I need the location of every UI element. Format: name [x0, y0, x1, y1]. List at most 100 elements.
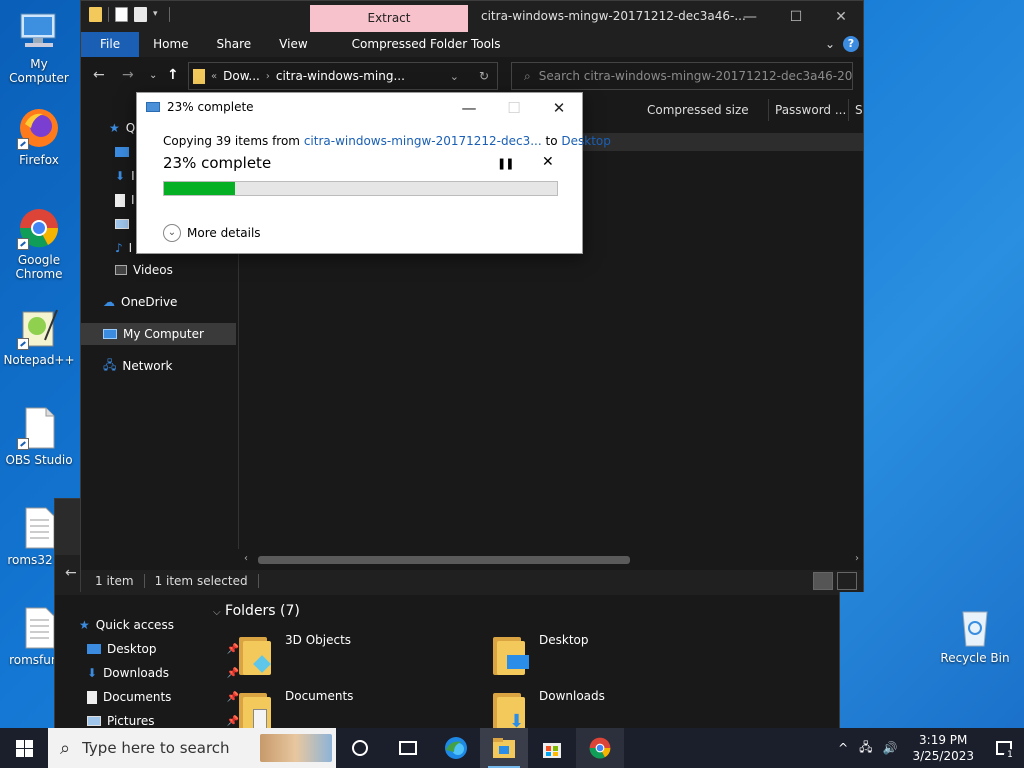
back-arrow-icon[interactable]: ←	[65, 565, 77, 581]
tab-view[interactable]: View	[265, 32, 321, 57]
breadcrumb-downloads[interactable]: Dow...	[223, 69, 260, 83]
pin-icon: 📌	[226, 715, 239, 727]
nav-item-pictures[interactable]: I	[115, 213, 139, 235]
search-input[interactable]: Search citra-windows-mingw-20171212-dec3…	[539, 69, 852, 83]
taskbar-file-explorer-button[interactable]	[480, 728, 528, 768]
recent-locations-chevron-icon[interactable]: ⌄	[149, 70, 157, 81]
desktop-icon-google-chrome[interactable]: Google Chrome	[0, 206, 78, 281]
large-icons-view-button[interactable]	[837, 572, 857, 590]
properties-icon[interactable]	[115, 7, 128, 22]
breadcrumb-separator-icon[interactable]: ›	[266, 71, 270, 82]
title-bar[interactable]: ▾ Extract citra-windows-mingw-20171212-d…	[81, 1, 863, 32]
clock[interactable]: 3:19 PM 3/25/2023	[902, 732, 984, 764]
folder-downloads[interactable]: ⬇ Downloads	[493, 689, 605, 732]
nav-item-onedrive[interactable]: ☁ OneDrive	[103, 291, 177, 313]
volume-icon[interactable]: 🔊	[878, 741, 903, 755]
nav-item-documents[interactable]: Documents 📌	[79, 685, 239, 709]
forward-arrow-icon[interactable]: →	[122, 67, 134, 83]
new-folder-icon[interactable]	[134, 7, 147, 22]
copy-to-text: to	[545, 134, 558, 148]
nav-item-documents[interactable]: I	[115, 189, 135, 211]
address-dropdown-icon[interactable]: ⌄	[450, 70, 459, 83]
folder-documents[interactable]: Documents	[239, 689, 353, 731]
tab-compressed-folder-tools[interactable]: Compressed Folder Tools	[322, 32, 515, 57]
scroll-left-icon[interactable]: ‹	[244, 553, 248, 564]
pause-button[interactable]: ❚❚	[497, 157, 514, 170]
desktop-icon-firefox[interactable]: Firefox	[0, 106, 78, 167]
nav-item-music[interactable]: ♪ I	[115, 237, 132, 259]
cancel-button[interactable]: ✕	[542, 154, 554, 170]
desktop-icon-label: Notepad++	[3, 353, 75, 367]
close-button[interactable]: ✕	[818, 1, 864, 32]
scrollbar-thumb[interactable]	[258, 556, 630, 564]
breadcrumb-current-folder[interactable]: citra-windows-ming...	[276, 69, 405, 83]
destination-folder-link[interactable]: Desktop	[561, 134, 611, 148]
expand-ribbon-icon[interactable]: ⌄	[825, 37, 835, 51]
source-folder-link[interactable]: citra-windows-mingw-20171212-dec3...	[304, 134, 542, 148]
progress-bar	[163, 181, 558, 196]
desktop-icon-obs-studio[interactable]: OBS Studio	[0, 406, 78, 467]
back-arrow-icon[interactable]: ←	[93, 67, 105, 83]
video-icon	[115, 265, 127, 275]
chevron-down-icon[interactable]: ▾	[153, 7, 163, 22]
search-box[interactable]: ⌕ Search citra-windows-mingw-20171212-de…	[511, 62, 853, 90]
ribbon-context-tab-extract[interactable]: Extract	[310, 5, 468, 32]
taskbar-search-input[interactable]: Type here to search	[82, 739, 229, 757]
desktop-icon-recycle-bin[interactable]: Recycle Bin	[936, 604, 1014, 665]
nav-item-my-computer[interactable]: My Computer	[81, 323, 236, 345]
help-icon[interactable]: ?	[843, 36, 859, 52]
minimize-button[interactable]: —	[727, 1, 773, 32]
copy-files-icon	[146, 102, 160, 112]
action-center-button[interactable]: 1	[984, 728, 1024, 768]
tab-share[interactable]: Share	[203, 32, 266, 57]
nav-item-network[interactable]: 🖧 Network	[103, 355, 173, 377]
folders-title: Folders (7)	[225, 603, 300, 619]
network-status-icon[interactable]: 🖧	[854, 738, 877, 759]
desktop-icon-notepadpp[interactable]: Notepad++	[0, 306, 78, 367]
nav-item-downloads[interactable]: ⬇ Downloads 📌	[79, 661, 239, 685]
dialog-close-button[interactable]: ✕	[537, 95, 581, 121]
folder-desktop[interactable]: Desktop	[493, 633, 589, 675]
nav-item-label: Videos	[133, 263, 173, 277]
more-details-label: More details	[187, 226, 261, 240]
taskbar-search-box[interactable]: ⌕ Type here to search	[48, 728, 336, 768]
horizontal-scrollbar[interactable]: ‹ ›	[238, 552, 863, 568]
search-highlight-image	[260, 734, 332, 762]
breadcrumb-overflow-icon[interactable]: «	[211, 71, 217, 82]
explorer-window[interactable]: ▾ Extract citra-windows-mingw-20171212-d…	[80, 0, 864, 592]
column-header-compressed-size[interactable]: Compressed size	[641, 99, 769, 121]
nav-item-downloads[interactable]: ⬇ I	[115, 165, 135, 187]
nav-item-desktop[interactable]: Desktop 📌	[79, 637, 239, 661]
tab-file[interactable]: File	[81, 32, 140, 57]
nav-item-quick-access[interactable]: ★ Q	[109, 117, 135, 139]
taskbar-chrome-button[interactable]	[576, 728, 624, 768]
nav-item-videos[interactable]: Videos	[115, 259, 173, 281]
dialog-minimize-button[interactable]: —	[447, 95, 491, 121]
desktop-icon-label: My Computer	[9, 57, 69, 85]
refresh-icon[interactable]: ↻	[479, 69, 489, 83]
column-header-size[interactable]: Si	[849, 99, 863, 121]
document-icon	[87, 690, 97, 704]
nav-item-desktop[interactable]: I	[115, 141, 139, 163]
folder-label: 3D Objects	[285, 633, 352, 647]
cortana-button[interactable]	[336, 728, 384, 768]
copy-progress-dialog[interactable]: 23% complete — ☐ ✕ Copying 39 items from…	[136, 92, 611, 254]
scroll-right-icon[interactable]: ›	[855, 553, 859, 564]
maximize-button[interactable]: ☐	[773, 1, 819, 32]
folders-group-header[interactable]: ⌵ Folders (7)	[213, 603, 833, 619]
show-hidden-icons-button[interactable]: ^	[832, 741, 854, 755]
up-arrow-icon[interactable]: ↑	[167, 67, 179, 83]
taskbar-edge-button[interactable]	[432, 728, 480, 768]
details-view-button[interactable]	[813, 572, 833, 590]
nav-item-label: Desktop	[107, 642, 157, 656]
start-button[interactable]	[0, 728, 48, 768]
folder-3d-objects[interactable]: 3D Objects	[239, 633, 351, 675]
column-header-password[interactable]: Password ...	[769, 99, 849, 121]
taskbar-store-button[interactable]	[528, 728, 576, 768]
desktop-icon-my-computer[interactable]: My Computer	[0, 10, 78, 85]
tab-home[interactable]: Home	[139, 32, 202, 57]
task-view-button[interactable]	[384, 728, 432, 768]
file-explorer-icon	[493, 738, 515, 758]
more-details-toggle[interactable]: ⌄ More details	[163, 224, 261, 242]
address-bar[interactable]: « Dow... › citra-windows-ming... ⌄ ↻	[188, 62, 498, 90]
